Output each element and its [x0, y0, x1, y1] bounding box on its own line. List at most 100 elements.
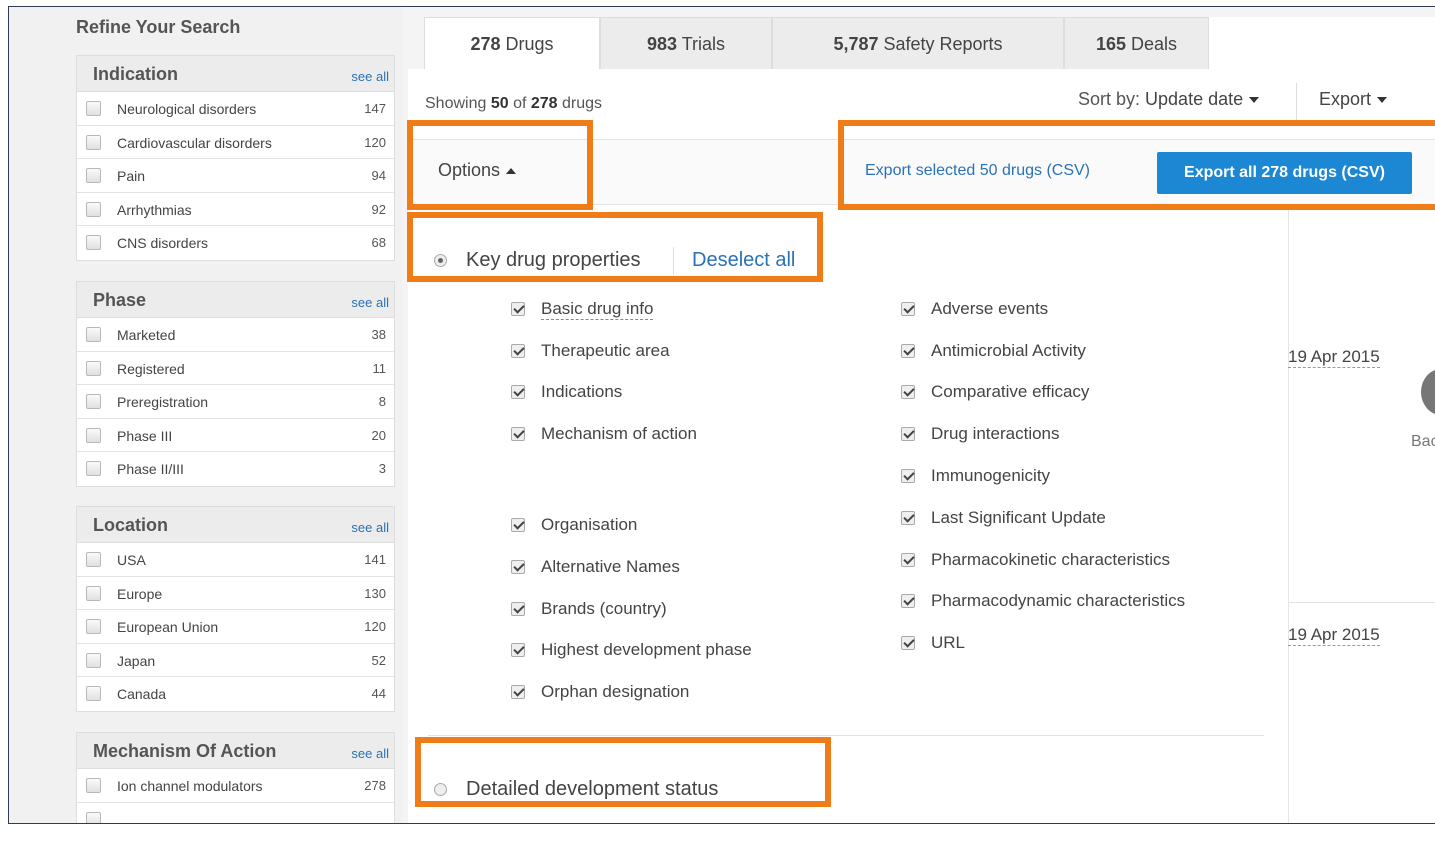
facet-row[interactable]: Ion channel modulators 278 [77, 769, 394, 803]
checkbox[interactable] [86, 201, 101, 217]
facet-row[interactable]: Phase II/III 3 [77, 452, 394, 486]
facet-row[interactable]: Pain 94 [77, 159, 394, 193]
checkbox[interactable] [86, 360, 101, 376]
checkbox[interactable] [86, 134, 101, 150]
facet-row-label: Phase II/III [117, 461, 184, 477]
facet-row[interactable]: Neurological disorders 147 [77, 92, 394, 126]
checkbox[interactable] [86, 101, 101, 116]
facet-row-count: 38 [371, 327, 386, 342]
checkbox[interactable] [86, 552, 101, 567]
facet-row[interactable]: Japan 52 [77, 643, 394, 677]
checkbox[interactable] [86, 235, 101, 250]
checkbox[interactable] [511, 344, 525, 358]
facet-row[interactable]: CNS disorders 68 [77, 226, 394, 260]
facet-row[interactable] [77, 802, 394, 823]
facet-row-label: Cardiovascular disorders [117, 134, 272, 151]
facet-row-label: Japan [117, 652, 156, 669]
checkbox[interactable] [511, 385, 525, 399]
divider [1296, 83, 1297, 123]
checkbox[interactable] [86, 427, 101, 443]
tab-trials[interactable]: 983 Trials [600, 17, 772, 69]
checkbox[interactable] [511, 643, 525, 657]
facet-row[interactable]: USA 141 [77, 543, 394, 577]
checkbox[interactable] [901, 469, 915, 483]
facet-row-label: Ion channel modulators [117, 778, 263, 794]
facet-indication: Indication see all Neurological disorder… [76, 55, 395, 261]
facet-row-count: 147 [364, 101, 386, 116]
facet-title: Indication [93, 64, 178, 84]
tab-count: 278 [470, 34, 501, 54]
checkbox[interactable] [86, 811, 101, 823]
facet-row-label: Phase III [117, 427, 173, 444]
see-all-link[interactable]: see all [351, 746, 389, 761]
facet-row[interactable]: Canada 44 [77, 677, 394, 711]
facet-row[interactable]: Preregistration 8 [77, 385, 394, 419]
checkbox[interactable] [86, 778, 101, 793]
checkbox[interactable] [901, 385, 915, 399]
facet-row-count: 130 [364, 585, 386, 601]
checkbox[interactable] [901, 302, 915, 316]
checkbox[interactable] [901, 511, 915, 525]
facet-row-count: 44 [371, 686, 386, 701]
facet-row-count: 141 [364, 552, 386, 567]
checkbox[interactable] [86, 394, 101, 409]
checkbox[interactable] [86, 619, 101, 634]
sort-dropdown[interactable]: Sort by: Update date [1078, 89, 1260, 110]
showing-count: Showing 50 of 278 drugs [425, 95, 603, 112]
facet-row[interactable]: Arrhythmias 92 [77, 192, 394, 226]
see-all-link[interactable]: see all [351, 69, 389, 84]
panel-divider [428, 735, 1264, 736]
tab-label: Drugs [500, 34, 554, 54]
facet-row-label: USA [117, 552, 146, 568]
facet-row[interactable]: Marketed 38 [77, 318, 394, 352]
tab-label: Safety Reports [878, 34, 1003, 54]
checkbox[interactable] [511, 302, 525, 316]
facet-row[interactable]: Cardiovascular disorders 120 [77, 125, 394, 159]
caret-down-icon [1377, 97, 1388, 104]
facet-header: Indication see all [77, 56, 394, 92]
facet-row-count: 3 [378, 461, 386, 476]
bottom-margin [0, 824, 1435, 843]
export-dropdown[interactable]: Export [1319, 89, 1388, 110]
see-all-link[interactable]: see all [351, 295, 389, 310]
checkbox[interactable] [901, 636, 915, 650]
refine-sidebar: Refine Your Search Indication see all Ne… [9, 7, 402, 823]
checkbox[interactable] [511, 518, 525, 532]
checkbox[interactable] [511, 602, 525, 616]
checkbox[interactable] [901, 344, 915, 358]
checkbox[interactable] [86, 461, 101, 476]
tab-deals[interactable]: 165 Deals [1064, 17, 1209, 69]
checkbox[interactable] [511, 685, 525, 699]
facet-row-label: CNS disorders [117, 235, 209, 251]
callout-export-buttons [838, 120, 1435, 210]
tab-strip-fill [1209, 17, 1435, 69]
tab-count: 983 [646, 34, 678, 54]
truncated-label: Bac [1411, 433, 1435, 450]
facet-row-label: Registered [117, 360, 185, 377]
checkbox[interactable] [511, 560, 525, 574]
facet-row[interactable]: Registered 11 [77, 351, 394, 385]
tab-safety-reports[interactable]: 5,787 Safety Reports [772, 17, 1064, 69]
checkbox[interactable] [511, 427, 525, 441]
checkbox[interactable] [901, 594, 915, 608]
facet-row[interactable]: Phase III 20 [77, 418, 394, 452]
checkbox[interactable] [86, 327, 101, 342]
facet-row-count: 94 [371, 168, 386, 183]
callout-detailed-status [415, 737, 831, 807]
facet-row-label: European Union [117, 619, 219, 635]
checkbox[interactable] [901, 427, 915, 441]
checkbox[interactable] [86, 168, 101, 183]
checkbox[interactable] [86, 686, 101, 701]
facet-row-count: 20 [371, 427, 386, 443]
facet-row[interactable]: European Union 120 [77, 610, 394, 644]
facet-header: Phase see all [77, 282, 394, 318]
checkbox[interactable] [901, 553, 915, 567]
caret-down-icon [1249, 97, 1260, 104]
tab-count: 5,787 [833, 34, 879, 54]
checkbox[interactable] [86, 585, 101, 601]
facet-row[interactable]: Europe 130 [77, 576, 394, 610]
facet-row-count: 11 [372, 360, 387, 376]
tab-drugs[interactable]: 278 Drugs [424, 17, 600, 69]
checkbox[interactable] [86, 652, 101, 668]
see-all-link[interactable]: see all [351, 520, 389, 535]
